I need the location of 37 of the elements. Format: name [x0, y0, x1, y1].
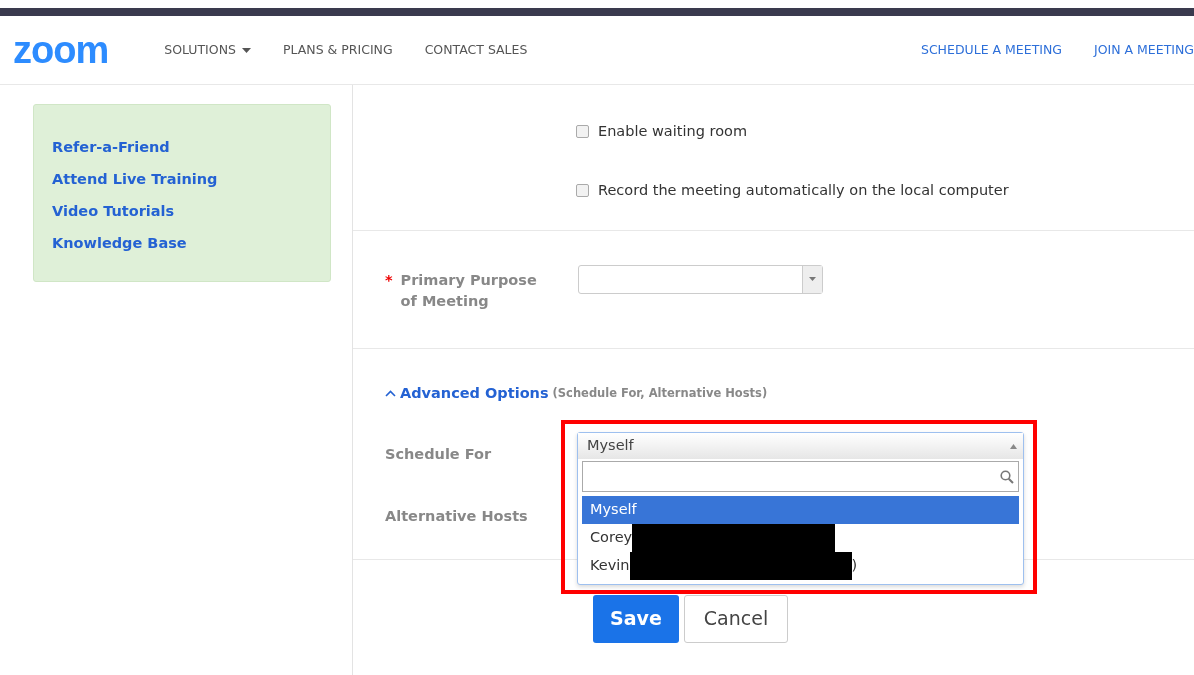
nav-link[interactable]: SOLUTIONS	[164, 40, 251, 60]
dropdown-option[interactable]: Myself	[582, 496, 1019, 524]
logo[interactable]: zoom	[13, 31, 109, 69]
dropdown-option[interactable]: Corey	[582, 524, 1019, 552]
hint-text: (Schedule For, Alternative Hosts)	[552, 384, 768, 402]
option-text: )	[851, 556, 858, 576]
caret-icon	[1010, 443, 1017, 449]
cancel-button[interactable]: Cancel	[684, 594, 788, 643]
nav-link[interactable]: SCHEDULE A MEETING	[920, 40, 1062, 60]
dropdown-option[interactable]: Kevin )	[582, 552, 1019, 580]
select-field[interactable]	[578, 264, 823, 294]
field-label: Primary Purpose of Meeting	[400, 270, 538, 311]
sidebar-link[interactable]: Knowledge Base	[52, 227, 312, 259]
advanced-options-toggle[interactable]: Advanced Options	[385, 382, 549, 405]
search-field[interactable]	[582, 461, 1019, 492]
nav-link[interactable]: CONTACT SALES	[424, 40, 528, 60]
checkbox[interactable]	[576, 125, 589, 139]
dropdown-select[interactable]: Myself Myself Corey Kevin )	[577, 432, 1024, 585]
field-label: Alternative Hosts	[385, 507, 529, 526]
nav-link[interactable]: JOIN A MEETING	[1094, 40, 1194, 60]
checkbox[interactable]	[576, 184, 589, 198]
chevron-up-icon	[385, 389, 396, 397]
option-text: Corey	[590, 528, 633, 548]
field-label: Schedule For	[385, 445, 493, 465]
sidebar-link[interactable]: Refer-a-Friend	[52, 131, 312, 163]
selected-value: Myself	[587, 436, 634, 456]
option-text: Myself	[590, 500, 637, 520]
caret-icon	[809, 277, 816, 281]
option-text: Kevin	[590, 556, 630, 576]
nav-link[interactable]: PLANS & PRICING	[282, 40, 393, 60]
checkbox-label: Enable waiting room	[598, 122, 747, 141]
sidebar-link[interactable]: Video Tutorials	[52, 195, 312, 227]
required-asterisk: *	[385, 270, 393, 290]
save-button[interactable]: Save	[593, 594, 679, 643]
search-icon	[1000, 469, 1014, 484]
checkbox-label: Record the meeting automatically on the local computer	[598, 180, 1009, 200]
sidebar-link[interactable]: Attend Live Training	[52, 163, 312, 195]
